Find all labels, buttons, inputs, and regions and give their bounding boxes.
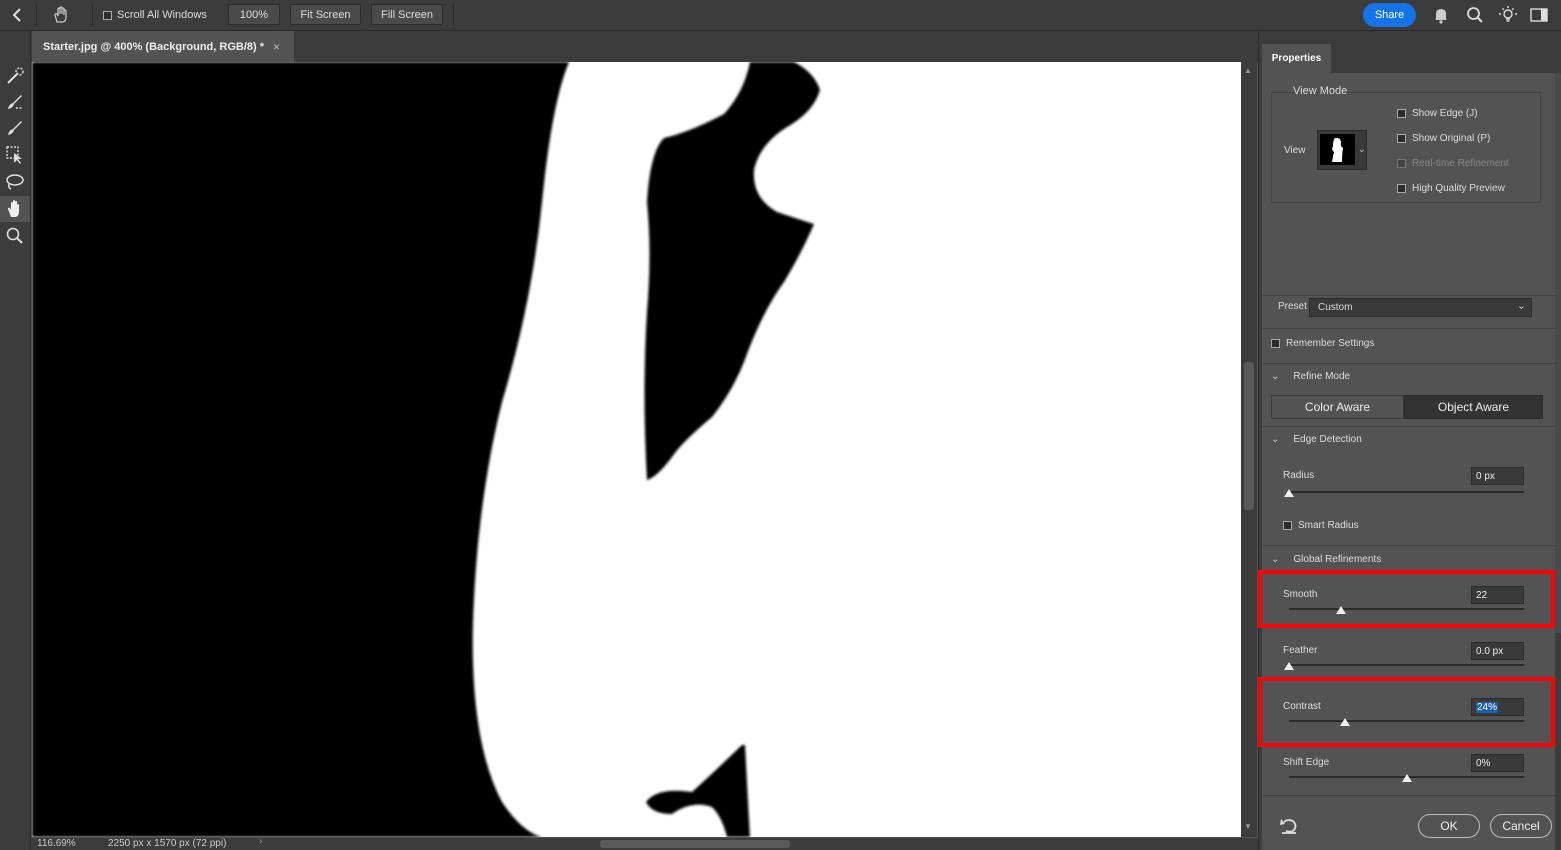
scroll-all-windows-checkbox[interactable]: Scroll All Windows [103, 0, 207, 30]
smooth-highlight-box [1258, 570, 1555, 628]
zoom-100-button[interactable]: 100% [228, 4, 280, 25]
chevron-down-icon: ⌄ [1358, 144, 1366, 154]
remember-settings-checkbox[interactable]: Remember Settings [1271, 338, 1374, 349]
radius-label: Radius [1283, 470, 1315, 481]
image-canvas[interactable] [32, 62, 1241, 837]
edge-detection-title: Edge Detection [1293, 434, 1362, 445]
quick-selection-tool-icon[interactable] [0, 63, 30, 89]
refine-edge-brush-icon[interactable] [0, 89, 30, 115]
refine-mode-header[interactable]: ⌄ Refine Mode [1271, 371, 1350, 382]
feather-slider-track[interactable] [1289, 664, 1524, 666]
checkbox-icon [1397, 184, 1406, 193]
feather-slider-thumb[interactable] [1284, 662, 1294, 670]
scroll-up-icon[interactable]: ▲ [1244, 66, 1252, 75]
color-aware-button[interactable]: Color Aware [1271, 395, 1404, 419]
radius-slider-track[interactable] [1289, 491, 1524, 493]
bell-icon[interactable] [1433, 0, 1449, 30]
zoom-tool-icon[interactable] [0, 223, 30, 249]
cancel-button[interactable]: Cancel [1490, 814, 1552, 838]
realtime-refinement-checkbox: Real-time Refinement [1397, 158, 1547, 169]
vertical-scroll-thumb[interactable] [1244, 362, 1254, 510]
shift-edge-slider-thumb[interactable] [1401, 774, 1412, 782]
properties-tab[interactable]: Properties [1262, 44, 1331, 73]
brush-tool-icon[interactable] [0, 115, 30, 141]
status-bar: 116.69% 2250 px x 1570 px (72 ppi) › [31, 836, 1258, 850]
object-aware-button[interactable]: Object Aware [1404, 395, 1543, 419]
show-original-label: Show Original (P) [1412, 133, 1491, 144]
show-edge-checkbox[interactable]: Show Edge (J) [1397, 108, 1547, 119]
document-tab[interactable]: Starter.jpg @ 400% (Background, RGB/8) *… [32, 31, 294, 62]
contrast-highlight-box [1258, 677, 1555, 747]
smart-radius-label: Smart Radius [1298, 520, 1359, 531]
search-icon[interactable] [1466, 0, 1484, 30]
chevron-down-icon: ⌄ [1271, 554, 1280, 565]
refine-mode-title: Refine Mode [1293, 371, 1351, 382]
hand-tool-icon[interactable] [52, 0, 70, 30]
checkbox-icon [1397, 109, 1406, 118]
radius-input[interactable]: 0 px [1471, 467, 1524, 485]
checkbox-icon [1271, 339, 1280, 348]
panel-scrollbar[interactable] [1555, 73, 1561, 633]
preset-value: Custom [1318, 302, 1353, 313]
realtime-refinement-label: Real-time Refinement [1412, 158, 1509, 169]
canvas-vertical-scrollbar[interactable]: ▲ ▼ [1241, 62, 1257, 837]
preset-select[interactable]: Custom ⌄ [1309, 298, 1532, 317]
show-original-checkbox[interactable]: Show Original (P) [1397, 133, 1547, 144]
hand-tool-active-icon[interactable] [0, 196, 30, 222]
view-thumbnail-image [1320, 134, 1355, 165]
show-edge-label: Show Edge (J) [1412, 108, 1478, 119]
share-button[interactable]: Share [1363, 3, 1416, 27]
fit-screen-button[interactable]: Fit Screen [290, 4, 361, 25]
mask-preview-image [32, 62, 820, 837]
feather-label: Feather [1283, 645, 1318, 656]
chevron-down-icon: ⌄ [1271, 434, 1280, 445]
remember-settings-label: Remember Settings [1286, 338, 1375, 349]
shift-edge-label: Shift Edge [1283, 757, 1330, 768]
checkbox-icon [103, 10, 112, 20]
fill-screen-button[interactable]: Fill Screen [371, 4, 443, 25]
chevron-down-icon: ⌄ [1271, 371, 1280, 382]
properties-panel: Properties View Mode View ⌄ Show Edge (J… [1258, 31, 1561, 850]
status-menu-chevron-icon[interactable]: › [259, 836, 262, 847]
reset-icon[interactable] [1279, 817, 1299, 838]
document-dimensions: 2250 px x 1570 px (72 ppi) [108, 838, 227, 849]
object-selection-tool-icon[interactable] [0, 142, 30, 168]
checkbox-icon [1397, 134, 1406, 143]
checked-disabled-checkbox-icon [1397, 159, 1406, 168]
radius-slider-thumb[interactable] [1284, 489, 1294, 497]
chevron-down-icon: ⌄ [1516, 300, 1526, 312]
shift-edge-input[interactable]: 0% [1471, 754, 1524, 772]
ok-button[interactable]: OK [1418, 814, 1480, 838]
view-thumbnail-dropdown[interactable]: ⌄ [1317, 130, 1367, 170]
edge-detection-header[interactable]: ⌄ Edge Detection [1271, 434, 1362, 445]
view-mode-title: View Mode [1293, 85, 1348, 97]
high-quality-preview-checkbox[interactable]: High Quality Preview [1397, 183, 1547, 194]
lightbulb-icon[interactable] [1498, 0, 1518, 30]
high-quality-preview-label: High Quality Preview [1412, 183, 1505, 194]
close-tab-icon[interactable]: × [273, 40, 280, 54]
preset-label: Preset [1278, 301, 1307, 312]
checkbox-icon [1283, 521, 1292, 530]
properties-body: View Mode View ⌄ Show Edge (J) Show Orig… [1258, 73, 1555, 850]
document-tab-title: Starter.jpg @ 400% (Background, RGB/8) * [43, 40, 264, 53]
tools-panel [0, 31, 31, 850]
lasso-tool-icon[interactable] [0, 169, 30, 195]
workspace-icon[interactable] [1530, 0, 1548, 30]
scroll-all-windows-label: Scroll All Windows [117, 9, 207, 21]
feather-input[interactable]: 0.0 px [1471, 642, 1524, 660]
global-refinements-header[interactable]: ⌄ Global Refinements [1271, 554, 1381, 565]
back-arrow-icon[interactable] [10, 0, 24, 30]
options-bar: Scroll All Windows 100% Fit Screen Fill … [0, 0, 1561, 31]
scroll-down-icon[interactable]: ▼ [1244, 822, 1252, 831]
horizontal-scroll-thumb[interactable] [600, 840, 790, 848]
view-label: View [1284, 145, 1306, 156]
zoom-level[interactable]: 116.69% [37, 838, 76, 849]
smart-radius-checkbox[interactable]: Smart Radius [1283, 520, 1359, 531]
global-refinements-title: Global Refinements [1293, 554, 1382, 565]
